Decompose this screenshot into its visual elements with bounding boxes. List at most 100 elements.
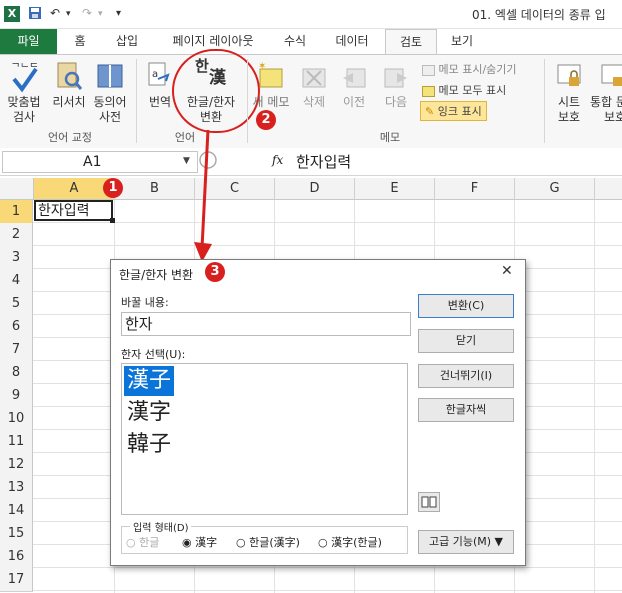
grid-line — [33, 590, 622, 591]
close-icon[interactable]: ✕ — [501, 263, 513, 279]
callout-1: 1 — [103, 178, 123, 198]
tab-data[interactable]: 데이터 — [326, 29, 378, 54]
column-header-b[interactable]: B — [115, 178, 195, 200]
select-all-corner[interactable] — [0, 178, 34, 200]
radio-hanja[interactable]: ◉ 漢字 — [182, 534, 217, 550]
thesaurus-icon — [95, 59, 125, 95]
protect-sheet-label-1: 시트 — [557, 95, 581, 109]
show-hide-icon — [422, 64, 435, 76]
hanja-option[interactable]: 韓子 — [127, 430, 171, 460]
row-header[interactable]: 15 — [0, 522, 33, 546]
formula-content[interactable]: 한자입력 — [296, 151, 351, 172]
proofing-group-label: 언어 교정 — [48, 131, 92, 144]
save-icon[interactable] — [28, 6, 42, 23]
undo-icon[interactable]: ↶ — [50, 6, 60, 20]
show-hide-memo-item[interactable]: 메모 표시/숨기기 — [422, 61, 517, 77]
grid-line — [33, 245, 622, 246]
row-header[interactable]: 2 — [0, 223, 33, 247]
tab-review[interactable]: 검토 — [385, 29, 437, 55]
row-header[interactable]: 5 — [0, 292, 33, 316]
row-header[interactable]: 17 — [0, 568, 33, 592]
row-header[interactable]: 10 — [0, 407, 33, 431]
hanja-option-selected[interactable]: 漢子 — [124, 366, 175, 396]
tab-file[interactable]: 파일 — [0, 29, 57, 54]
tab-home[interactable]: 홈 — [62, 29, 98, 54]
fx-icon[interactable]: fx — [272, 153, 283, 167]
redo-icon[interactable]: ↷ — [82, 6, 92, 20]
name-box[interactable]: A1 ▼ — [2, 151, 198, 173]
radio-hangul-hanja-label: 한글(漢字) — [249, 536, 300, 549]
row-header[interactable]: 7 — [0, 338, 33, 362]
fill-handle[interactable] — [110, 218, 115, 223]
formula-bar: A1 ▼ fx 한자입력 — [0, 148, 622, 176]
row-header[interactable]: 11 — [0, 430, 33, 454]
tab-formulas[interactable]: 수식 — [272, 29, 318, 54]
hanja-list[interactable]: 漢子 漢字 韓子 — [121, 363, 408, 515]
replace-input[interactable]: 한자 — [121, 312, 411, 336]
research-label: 리서치 — [52, 95, 86, 109]
dictionary-icon[interactable] — [418, 492, 440, 512]
close-button[interactable]: 닫기 — [418, 329, 514, 353]
convert-button[interactable]: 변환(C) — [418, 294, 514, 318]
prev-memo-label: 이전 — [342, 95, 366, 109]
column-header-e[interactable]: E — [355, 178, 435, 200]
research-button[interactable]: 리서치 — [48, 59, 90, 110]
delete-memo-button[interactable]: 삭제 — [296, 59, 332, 110]
radio-hanja-hangul[interactable]: ○ 漢字(한글) — [318, 534, 382, 550]
char-by-char-button[interactable]: 한글자씩 — [418, 398, 514, 422]
row-header[interactable]: 16 — [0, 545, 33, 569]
cell-a1[interactable]: 한자입력 — [34, 200, 113, 221]
delete-memo-label: 삭제 — [302, 95, 326, 109]
tab-insert[interactable]: 삽입 — [104, 29, 150, 54]
protect-workbook-button[interactable]: 통합 문 보호 — [590, 59, 622, 125]
spelling-button[interactable]: ᄀᄂᄃ 맞춤법 검사 — [2, 59, 46, 125]
research-icon — [54, 59, 84, 95]
thesaurus-button[interactable]: 동의어 사전 — [90, 59, 130, 125]
group-separator — [544, 59, 545, 143]
row-header[interactable]: 14 — [0, 499, 33, 523]
hanja-option[interactable]: 漢字 — [127, 398, 171, 428]
name-box-dropdown-icon[interactable]: ▼ — [183, 156, 190, 166]
row-header[interactable]: 9 — [0, 384, 33, 408]
group-separator — [136, 59, 137, 143]
new-memo-icon: ✶ — [256, 59, 286, 95]
column-header-f[interactable]: F — [435, 178, 515, 200]
column-header-d[interactable]: D — [275, 178, 355, 200]
hanja-convert-dialog: 한글/한자 변환 3 ✕ 바꿀 내용: 한자 한자 선택(U): 漢子 漢字 韓… — [110, 259, 526, 566]
tab-view[interactable]: 보기 — [442, 29, 482, 54]
ink-icon: ✎ — [425, 105, 435, 118]
ink-show-item[interactable]: ✎ 잉크 표시 — [420, 101, 487, 121]
column-header-g[interactable]: G — [515, 178, 595, 200]
customize-qat-icon[interactable]: ▾ — [116, 8, 121, 19]
show-all-memo-item[interactable]: 메모 모두 표시 — [422, 82, 506, 98]
undo-dropdown-icon[interactable]: ▾ — [66, 9, 71, 19]
name-box-value: A1 — [83, 154, 102, 170]
next-memo-button[interactable]: 다음 — [378, 59, 414, 110]
advanced-button[interactable]: 고급 기능(M) ▼ — [418, 530, 514, 554]
row-header[interactable]: 12 — [0, 453, 33, 477]
column-header-h[interactable] — [595, 178, 622, 200]
radio-hanja-hangul-label: 漢字(한글) — [331, 536, 382, 549]
radio-hangul[interactable]: ○ 한글 — [126, 534, 159, 550]
radio-hangul-hanja[interactable]: ○ 한글(漢字) — [236, 534, 300, 550]
row-header[interactable]: 1 — [0, 200, 33, 224]
grid-line — [33, 567, 622, 568]
prev-memo-button[interactable]: 이전 — [336, 59, 372, 110]
ink-label: 잉크 표시 — [437, 105, 482, 118]
prev-memo-icon — [339, 59, 369, 95]
row-header[interactable]: 6 — [0, 315, 33, 339]
protect-sheet-button[interactable]: 시트 보호 — [550, 59, 588, 125]
dialog-title: 한글/한자 변환 — [119, 268, 194, 282]
protect-workbook-label-1: 통합 문 — [590, 95, 622, 109]
select-label: 한자 선택(U): — [121, 348, 186, 361]
row-header[interactable]: 3 — [0, 246, 33, 270]
skip-button[interactable]: 건너뛰기(I) — [418, 364, 514, 388]
row-header[interactable]: 8 — [0, 361, 33, 385]
new-memo-button[interactable]: ✶ 새 메모 — [250, 59, 292, 110]
show-all-icon — [422, 85, 435, 97]
redo-dropdown-icon[interactable]: ▾ — [98, 9, 103, 19]
callout-2: 2 — [256, 110, 276, 130]
row-header[interactable]: 4 — [0, 269, 33, 293]
row-header[interactable]: 13 — [0, 476, 33, 500]
next-memo-label: 다음 — [384, 95, 408, 109]
